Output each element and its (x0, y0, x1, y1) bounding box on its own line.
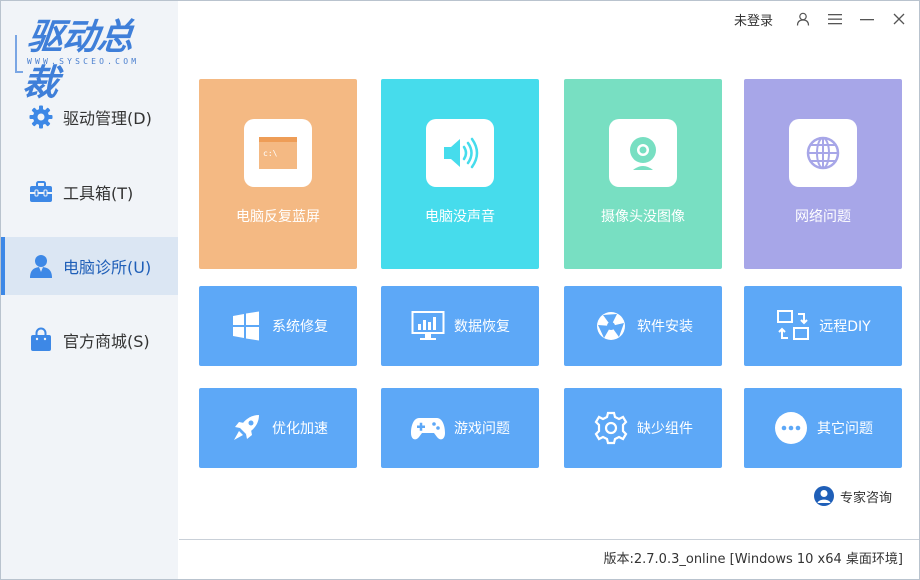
logo-decoration (15, 35, 23, 73)
user-circle-icon (814, 486, 834, 506)
menu-icon (828, 14, 842, 25)
remote-screens-icon (777, 310, 810, 340)
expert-consult-link[interactable]: 专家咨询 (813, 485, 892, 507)
menu-button[interactable] (819, 1, 851, 37)
sidebar-item-official-store[interactable]: 官方商城(S) (1, 311, 178, 369)
shopping-bag-icon (28, 327, 54, 353)
sidebar-item-label: 电脑诊所(U) (63, 258, 152, 277)
globe-icon (806, 136, 840, 170)
tile-label: 软件安装 (637, 319, 693, 335)
speaker-icon (444, 137, 479, 169)
minimize-button[interactable] (851, 1, 883, 37)
logo: 驱动总裁 WWW.SYSCEO.COM (13, 15, 163, 104)
tile-missing-components[interactable]: 缺少组件 (564, 388, 722, 468)
expert-consult-label: 专家咨询 (840, 490, 893, 506)
tile-icon-wrap (228, 308, 264, 344)
sidebar-item-label: 官方商城(S) (63, 332, 150, 351)
tile-webcam[interactable]: 摄像头没图像 (564, 79, 722, 269)
tile-blue-screen[interactable]: c:\ 电脑反复蓝屏 (199, 79, 357, 269)
tile-software-install[interactable]: 软件安装 (564, 286, 722, 366)
tile-label: 系统修复 (272, 319, 328, 335)
minimize-icon (860, 19, 874, 21)
blue-screen-window-icon: c:\ (259, 137, 297, 169)
tile-icon-wrap (593, 410, 629, 446)
tile-label: 其它问题 (817, 421, 873, 437)
gear-icon (28, 104, 54, 130)
tile-network[interactable]: 网络问题 (744, 79, 902, 269)
logo-url: WWW.SYSCEO.COM (27, 57, 140, 66)
sidebar-item-label: 驱动管理(D) (63, 109, 152, 128)
title-bar: 未登录 (734, 1, 919, 37)
svg-text:c:\: c:\ (263, 149, 278, 158)
toolbox-icon (28, 179, 54, 205)
sidebar-item-toolbox[interactable]: 工具箱(T) (1, 163, 178, 221)
tile-label: 远程DIY (819, 319, 871, 335)
sidebar-item-label: 工具箱(T) (63, 184, 134, 203)
tile-icon-box (609, 119, 677, 187)
rocket-icon (234, 415, 259, 440)
windows-icon (233, 311, 259, 341)
app-window: 驱动总裁 WWW.SYSCEO.COM 驱动管理(D) 工具箱(T) 电脑诊所(… (0, 0, 920, 580)
tile-icon-wrap (228, 410, 264, 446)
tile-label: 摄像头没图像 (601, 209, 685, 225)
tile-label: 缺少组件 (637, 421, 693, 437)
aperture-icon (597, 312, 625, 340)
close-icon (893, 13, 905, 25)
tile-other-issues[interactable]: 其它问题 (744, 388, 902, 468)
gear-outline-icon (594, 411, 628, 445)
footer-divider (179, 539, 919, 540)
version-text: 版本:2.7.0.3_online [Windows 10 x64 桌面环境] (603, 552, 904, 567)
tile-label: 数据恢复 (454, 319, 510, 335)
tile-icon-box (426, 119, 494, 187)
tile-no-sound[interactable]: 电脑没声音 (381, 79, 539, 269)
monitor-chart-icon (411, 311, 445, 340)
tile-label: 电脑反复蓝屏 (236, 209, 320, 225)
tile-optimize-speed[interactable]: 优化加速 (199, 388, 357, 468)
sidebar-item-driver-management[interactable]: 驱动管理(D) (1, 88, 178, 146)
user-button[interactable] (787, 1, 819, 37)
tile-icon-wrap (773, 410, 809, 446)
tile-remote-diy[interactable]: 远程DIY (744, 286, 902, 366)
tile-icon-wrap (775, 308, 811, 344)
user-icon (796, 12, 810, 26)
tile-icon-box: c:\ (244, 119, 312, 187)
tile-label: 优化加速 (272, 421, 328, 437)
tile-game-issues[interactable]: 游戏问题 (381, 388, 539, 468)
tile-icon-wrap (593, 308, 629, 344)
tile-label: 电脑没声音 (425, 209, 495, 225)
tile-system-repair[interactable]: 系统修复 (199, 286, 357, 366)
sidebar-item-pc-clinic[interactable]: 电脑诊所(U) (1, 237, 178, 295)
doctor-icon (28, 253, 54, 279)
tile-icon-wrap (410, 308, 446, 344)
more-dots-icon (775, 412, 807, 444)
login-link[interactable]: 未登录 (734, 10, 773, 29)
sidebar: 驱动总裁 WWW.SYSCEO.COM 驱动管理(D) 工具箱(T) 电脑诊所(… (1, 1, 178, 579)
gamepad-icon (411, 418, 445, 440)
webcam-icon (630, 137, 656, 170)
close-button[interactable] (883, 1, 915, 37)
tile-icon-box (789, 119, 857, 187)
tile-label: 游戏问题 (454, 421, 510, 437)
tile-data-recovery[interactable]: 数据恢复 (381, 286, 539, 366)
tile-label: 网络问题 (795, 209, 851, 225)
tile-icon-wrap (410, 410, 446, 446)
